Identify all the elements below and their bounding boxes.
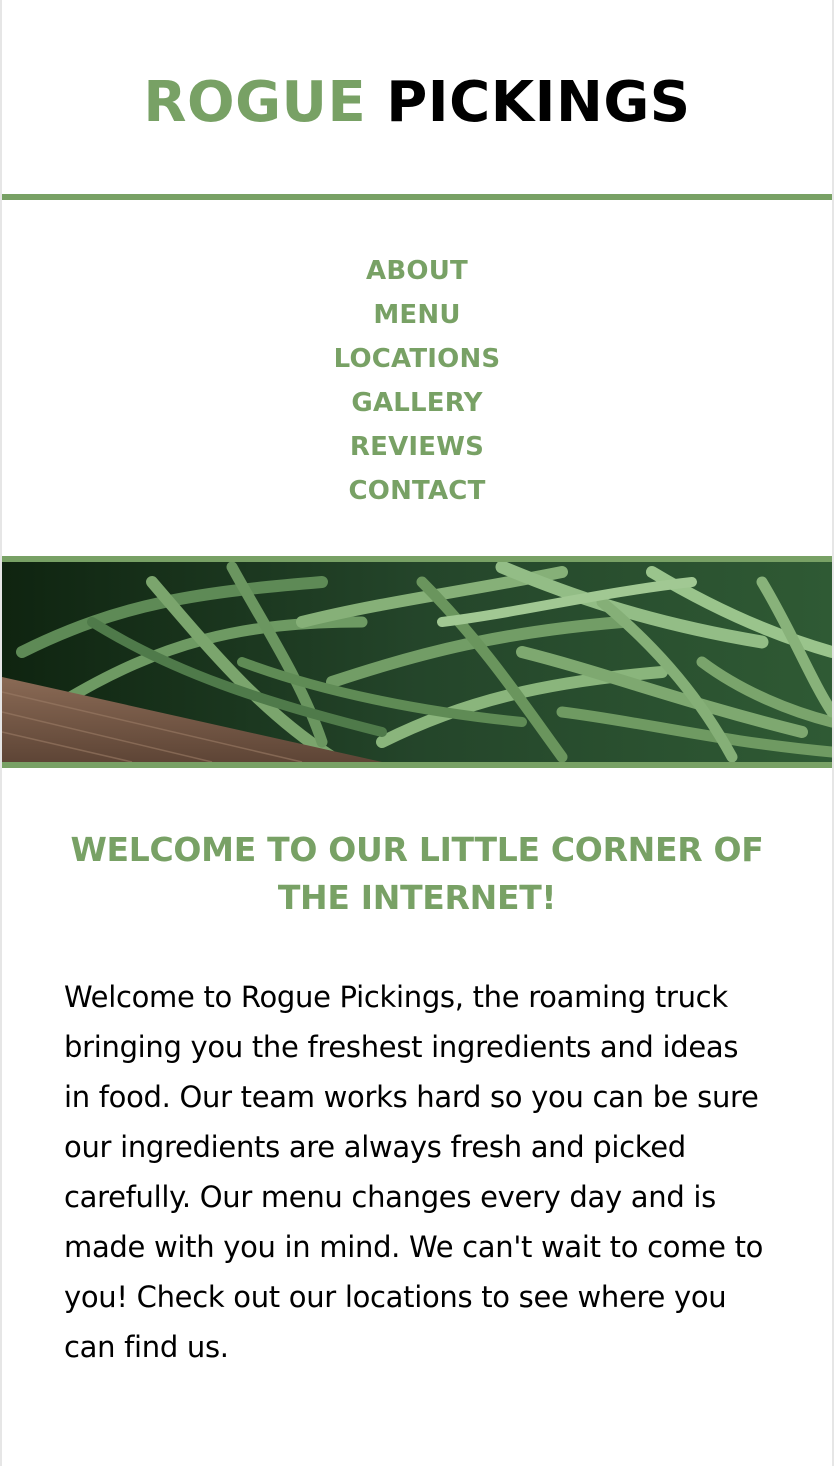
nav-item-about[interactable]: ABOUT xyxy=(366,249,468,293)
nav-item-reviews[interactable]: REVIEWS xyxy=(350,425,484,469)
hero-banner-image xyxy=(2,556,832,768)
welcome-heading: WELCOME TO OUR LITTLE CORNER OF THE INTE… xyxy=(70,830,764,917)
site-header: ROGUE PICKINGS xyxy=(2,0,832,200)
nav-item-locations[interactable]: LOCATIONS xyxy=(334,337,501,381)
nav-item-menu[interactable]: MENU xyxy=(373,293,460,337)
nav-item-gallery[interactable]: GALLERY xyxy=(351,381,482,425)
green-beans-image xyxy=(2,562,832,762)
main-nav: ABOUT MENU LOCATIONS GALLERY REVIEWS CON… xyxy=(2,200,832,556)
nav-item-contact[interactable]: CONTACT xyxy=(349,469,486,513)
page: ROGUE PICKINGS ABOUT MENU LOCATIONS GALL… xyxy=(0,0,834,1466)
site-logo[interactable]: ROGUE PICKINGS xyxy=(143,75,690,131)
logo-word-pickings: PICKINGS xyxy=(386,70,691,135)
logo-word-rogue: ROGUE xyxy=(143,70,367,135)
welcome-paragraph: Welcome to Rogue Pickings, the roaming t… xyxy=(64,980,764,1364)
main-content: WELCOME TO OUR LITTLE CORNER OF THE INTE… xyxy=(2,768,832,1372)
